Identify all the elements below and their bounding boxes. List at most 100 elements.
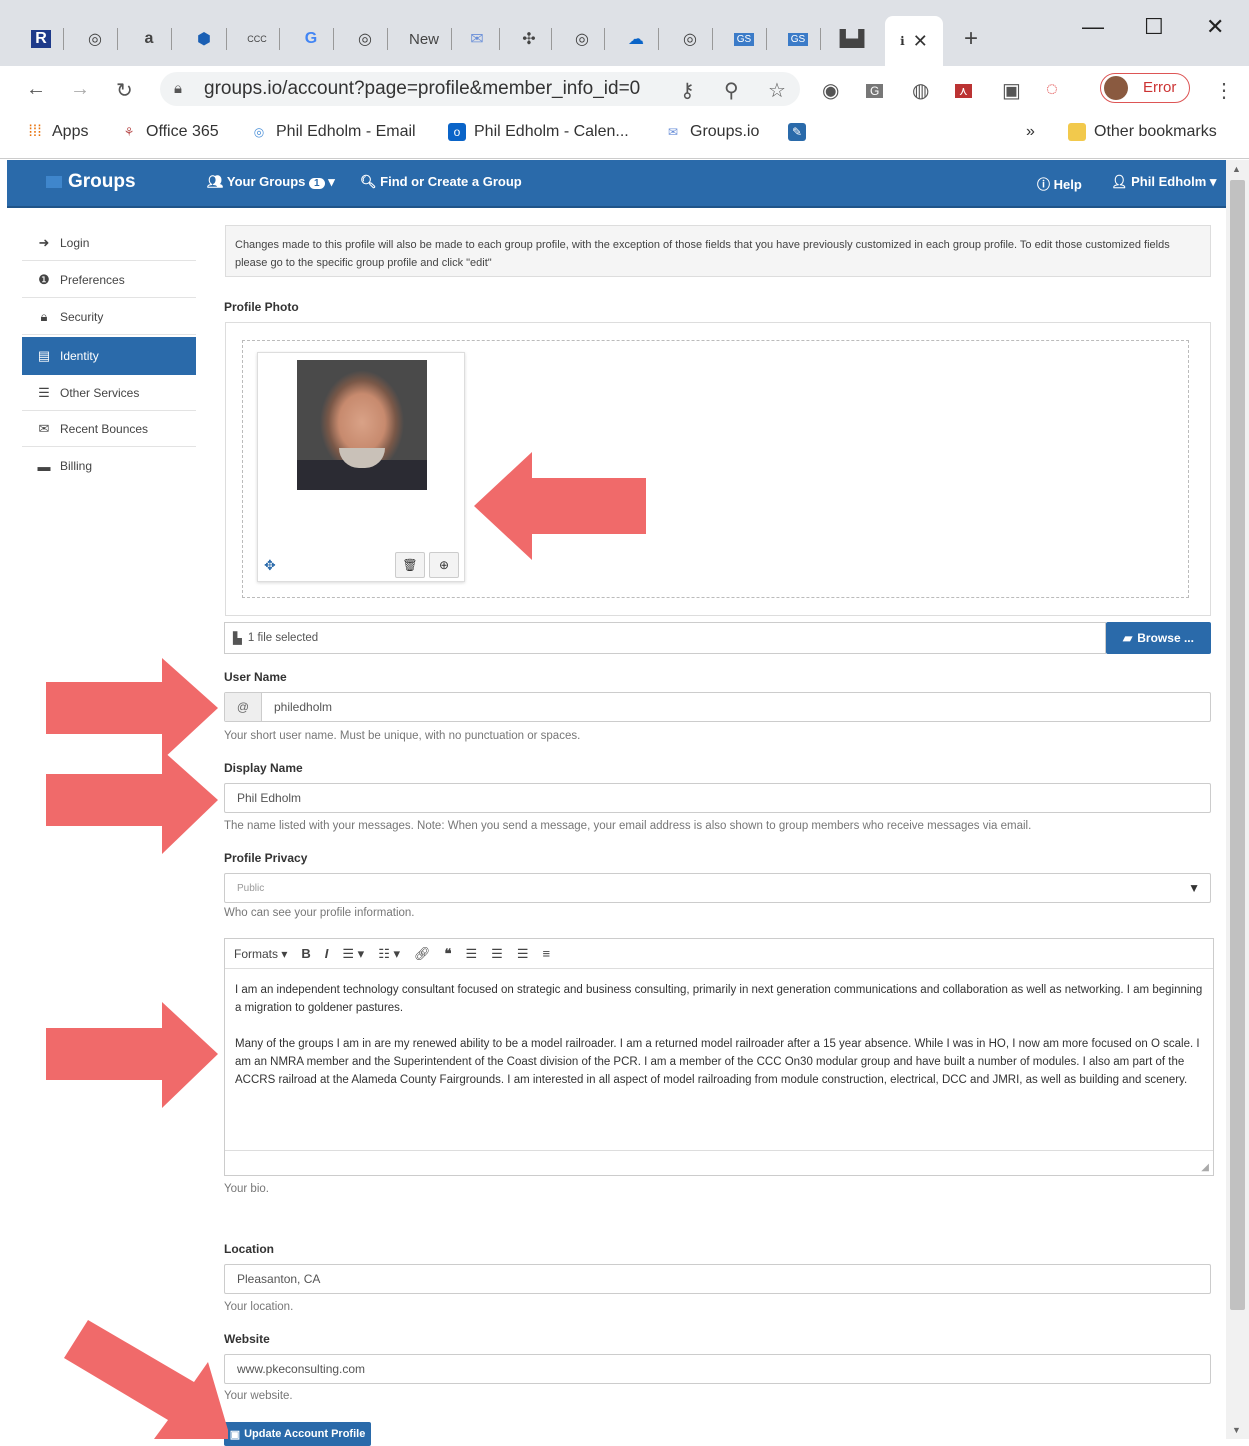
back-icon[interactable]: ← [26,78,46,101]
resize-handle-icon[interactable]: ◢ [1201,1162,1209,1173]
maximize-icon[interactable]: ☐ [1144,14,1164,40]
new-tab-plus-icon[interactable]: + [952,20,990,58]
bookmark-email[interactable]: ◎ Phil Edholm - Email [250,123,416,141]
sidebar-item-other-services[interactable]: ☰ Other Services [22,375,196,411]
tab-slack-icon[interactable]: ✣ [510,20,552,58]
quote-icon[interactable]: ❝ [445,946,452,962]
remove-photo-button[interactable]: 🗑︎ [395,552,425,578]
extension-g-icon[interactable]: G [866,78,884,101]
sidebar-item-identity[interactable]: ▤ Identity [22,337,196,375]
zoom-photo-button[interactable]: ⊕ [429,552,459,578]
italic-icon[interactable]: I [325,946,329,961]
at-addon: @ [225,693,262,721]
sidebar-item-label: Security [60,309,104,324]
forward-icon[interactable]: → [70,78,90,101]
active-tab[interactable]: ℹ ✕ [885,16,943,66]
menu-icon[interactable]: ⋮ [1214,78,1234,103]
move-icon[interactable]: ✥ [264,557,276,574]
sidebar-item-preferences[interactable]: ❶ Preferences [22,262,196,298]
key-icon[interactable]: ⚷ [680,78,695,103]
bullet-list-icon[interactable]: ☰ ▾ [342,946,364,962]
file-status-text: 1 file selected [247,632,319,644]
extension-icon[interactable]: ◉ [822,78,839,103]
extension-circle-icon[interactable]: ◍ [912,78,929,103]
tab-globe-icon[interactable]: ◎ [563,20,605,58]
profile-error-label: Error [1143,79,1177,96]
find-group-link[interactable]: 🔍︎ Find or Create a Group [360,174,522,190]
bookmark-office[interactable]: ⚘ Office 365 [120,123,219,141]
zoom-in-icon: ⊕ [438,558,450,572]
link-icon[interactable]: 🔗︎ [414,946,431,962]
tab-groups-icon[interactable]: GS [779,20,821,58]
minimize-icon[interactable]: — [1082,14,1104,40]
envelope-icon: ✉ [38,420,50,436]
align-justify-icon[interactable]: ≡ [542,946,550,961]
tab-r-icon[interactable]: R [22,20,64,58]
pdf-icon[interactable]: ⋏ [955,78,972,101]
avatar [1104,76,1128,100]
url-text[interactable]: groups.io/account?page=profile&member_in… [204,78,640,100]
website-field[interactable]: www.pkeconsulting.com [224,1354,1211,1384]
zoom-icon[interactable]: ⚲ [724,78,739,103]
tab-groups-icon[interactable]: GS [725,20,767,58]
profile-error-button[interactable]: Error [1100,73,1190,103]
bookmarks-more[interactable]: » [1026,123,1035,141]
bold-icon[interactable]: B [301,946,310,961]
extension-red-icon[interactable]: ◌ [1046,78,1058,101]
tab-amazon-icon[interactable]: a [130,20,172,58]
bookmark-groups-label: Groups.io [690,123,760,140]
location-field[interactable]: Pleasanton, CA [224,1264,1211,1294]
update-profile-button[interactable]: ▣ Update Account Profile [224,1422,371,1446]
tab-train-icon[interactable]: ▙▟ [833,20,871,58]
bio-help: Your bio. [224,1183,269,1195]
tab-globe-icon[interactable]: ◎ [671,20,713,58]
tab-globe-icon[interactable]: ◎ [76,20,118,58]
sidebar-item-label: Billing [60,459,93,473]
annotation-arrow [64,1320,228,1439]
numbered-list-icon[interactable]: ☷ ▾ [378,946,400,962]
sidebar-item-billing[interactable]: ▬ Billing [22,448,196,484]
bookmark-groups[interactable]: ✉ Groups.io [664,123,759,141]
privacy-select[interactable]: Public ▼ [224,873,1211,903]
sidebar-item-security[interactable]: 🔒︎ Security [22,299,196,335]
align-center-icon[interactable]: ☰ [491,946,503,962]
tab-onedrive-icon[interactable]: ☁ [617,20,659,58]
groups-brand[interactable]: Groups [68,171,136,193]
bookmark-office-label: Office 365 [146,123,219,140]
tab-ccc-icon[interactable]: CCC [238,20,280,58]
editor-content[interactable]: I am an independent technology consultan… [235,981,1205,1107]
tab-globe-icon[interactable]: ◎ [346,20,388,58]
bookmark-apps[interactable]: ⁞⁞⁞ Apps [26,123,88,141]
formats-dropdown[interactable]: Formats ▾ [234,947,287,961]
align-left-icon[interactable]: ☰ [466,946,478,962]
align-right-icon[interactable]: ☰ [517,946,529,962]
bookmark-edit[interactable]: ✎ [788,123,806,141]
user-menu[interactable]: 👤︎ Phil Edholm ▾ [1111,174,1216,190]
scrollbar-thumb[interactable] [1230,180,1245,1310]
sidebar-item-login[interactable]: ➜ Login [22,225,196,261]
your-groups-menu[interactable]: 👥︎ Your Groups 1 ▾ [207,174,335,190]
tab-chase-icon[interactable]: ⬢ [185,20,227,58]
help-link[interactable]: ⓘ Help [1037,174,1082,193]
display-name-label: Display Name [224,761,303,775]
extension-box-icon[interactable]: ▣ [1002,78,1021,103]
tab-mail-icon[interactable]: ✉ [458,20,500,58]
bookmark-calendar[interactable]: o Phil Edholm - Calen... [448,123,629,141]
browse-button[interactable]: ▰ Browse ... [1106,622,1211,654]
reload-icon[interactable]: ↻ [116,78,133,103]
bookmark-apps-label: Apps [52,123,89,140]
bio-editor[interactable]: Formats ▾ B I ☰ ▾ ☷ ▾ 🔗︎ ❝ ☰ ☰ ☰ ≡ I am … [224,938,1214,1176]
star-icon[interactable]: ☆ [768,78,786,103]
bookmark-other[interactable]: Other bookmarks [1068,123,1217,141]
sidebar-item-recent-bounces[interactable]: ✉ Recent Bounces [22,411,196,447]
close-window-icon[interactable]: ✕ [1206,14,1224,40]
username-field[interactable]: @ philedholm [224,692,1211,722]
scroll-up-icon[interactable]: ▲ [1232,164,1241,174]
tab-google-icon[interactable]: G [292,20,334,58]
lock-icon: 🔒︎ [40,308,48,324]
scroll-down-icon[interactable]: ▼ [1232,1425,1241,1435]
display-name-field[interactable]: Phil Edholm [224,783,1211,813]
tab-new[interactable]: New [400,20,452,58]
close-tab-icon[interactable]: ✕ [913,31,928,52]
file-caption[interactable]: ▙ 1 file selected [224,622,1106,654]
